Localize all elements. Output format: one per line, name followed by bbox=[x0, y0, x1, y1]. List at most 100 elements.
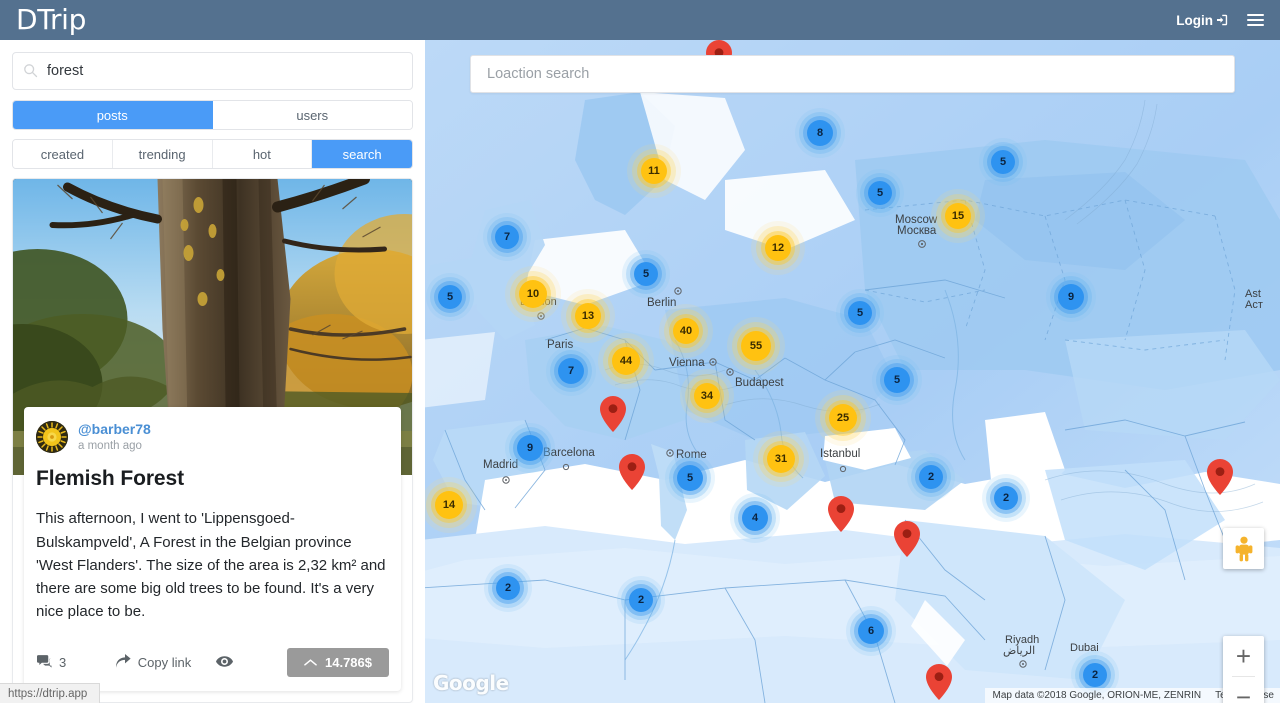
comment-count: 3 bbox=[59, 655, 67, 670]
map-cluster-marker[interactable]: 5 bbox=[677, 465, 703, 491]
map-cluster-marker[interactable]: 2 bbox=[629, 588, 653, 612]
share-arrow-icon bbox=[115, 653, 132, 672]
svg-text:Madrid: Madrid bbox=[483, 459, 518, 471]
street-view-pegman-icon[interactable] bbox=[1223, 528, 1264, 569]
map-cluster-marker[interactable]: 40 bbox=[673, 318, 699, 344]
post-author-meta: @barber78 a month ago bbox=[78, 421, 151, 453]
post-author-row: @barber78 a month ago bbox=[36, 421, 389, 454]
map-cluster-marker[interactable]: 5 bbox=[991, 150, 1015, 174]
map-cluster-marker[interactable]: 34 bbox=[694, 383, 720, 409]
post-card[interactable]: @barber78 a month ago Flemish Forest Thi… bbox=[12, 178, 413, 703]
map-cluster-marker[interactable]: 31 bbox=[767, 445, 795, 473]
map-cluster-marker[interactable]: 4 bbox=[742, 505, 768, 531]
svg-text:Budapest: Budapest bbox=[735, 377, 784, 389]
map-cluster-marker[interactable]: 2 bbox=[994, 486, 1018, 510]
post-body: @barber78 a month ago Flemish Forest Thi… bbox=[24, 407, 401, 691]
svg-text:Barcelona: Barcelona bbox=[543, 447, 595, 459]
map-location-pin[interactable] bbox=[600, 396, 626, 432]
post-text: This afternoon, I went to 'Lippensgoed-B… bbox=[36, 510, 386, 621]
search-input[interactable] bbox=[12, 52, 413, 90]
map-cluster-marker[interactable]: 2 bbox=[496, 576, 520, 600]
tab-hot[interactable]: hot bbox=[212, 140, 313, 168]
chevron-up-icon bbox=[304, 655, 317, 670]
comment-bubble-icon bbox=[36, 654, 53, 672]
location-search-input[interactable] bbox=[485, 65, 1220, 83]
status-url: https://dtrip.app bbox=[8, 687, 88, 700]
map-cluster-marker[interactable]: 55 bbox=[741, 331, 771, 361]
app-header: DTrip Login bbox=[0, 0, 1280, 40]
google-logo: Google bbox=[433, 671, 509, 695]
map-cluster-marker[interactable]: 7 bbox=[558, 358, 584, 384]
views-button[interactable] bbox=[215, 655, 287, 671]
copy-link-label: Copy link bbox=[137, 655, 192, 670]
map-cluster-marker[interactable]: 14 bbox=[435, 491, 463, 519]
map-location-pin[interactable] bbox=[828, 496, 854, 532]
map-cluster-marker[interactable]: 11 bbox=[641, 158, 667, 184]
map-data-credit: Map data ©2018 Google, ORION-ME, ZENRIN bbox=[992, 690, 1202, 701]
svg-text:Vienna: Vienna bbox=[669, 357, 705, 369]
svg-text:Istanbul: Istanbul bbox=[820, 448, 860, 460]
tab-users[interactable]: users bbox=[212, 101, 412, 129]
map-cluster-marker[interactable]: 2 bbox=[1083, 663, 1107, 687]
map-cluster-marker[interactable]: 5 bbox=[848, 301, 872, 325]
svg-text:Москва: Москва bbox=[897, 225, 937, 237]
user-avatar[interactable] bbox=[36, 421, 68, 454]
svg-text:Rome: Rome bbox=[676, 449, 707, 461]
hamburger-menu-icon[interactable] bbox=[1245, 12, 1266, 28]
payout-amount: 14.786$ bbox=[325, 655, 372, 670]
tab-posts[interactable]: posts bbox=[13, 101, 213, 129]
search-icon bbox=[23, 63, 38, 83]
login-label: Login bbox=[1176, 12, 1213, 28]
post-author-name[interactable]: @barber78 bbox=[78, 421, 151, 437]
map-cluster-marker[interactable]: 10 bbox=[519, 280, 547, 308]
map-cluster-marker[interactable]: 9 bbox=[517, 435, 543, 461]
payout-button[interactable]: 14.786$ bbox=[287, 648, 389, 677]
header-actions: Login bbox=[1176, 12, 1266, 28]
login-button[interactable]: Login bbox=[1176, 13, 1231, 28]
map-cluster-marker[interactable]: 7 bbox=[495, 225, 519, 249]
location-search-field[interactable] bbox=[470, 55, 1235, 93]
svg-text:الرياض: الرياض bbox=[1003, 645, 1035, 657]
map-cluster-marker[interactable]: 13 bbox=[575, 303, 601, 329]
map-cluster-marker[interactable]: 5 bbox=[884, 367, 910, 393]
map-location-pin[interactable] bbox=[894, 521, 920, 557]
app-brand-logo[interactable]: DTrip bbox=[16, 6, 86, 34]
map-cluster-marker[interactable]: 44 bbox=[612, 347, 640, 375]
tab-search[interactable]: search bbox=[312, 140, 412, 168]
post-title: Flemish Forest bbox=[36, 467, 184, 491]
map-cluster-marker[interactable]: 12 bbox=[765, 235, 791, 261]
eye-icon bbox=[215, 655, 233, 671]
scope-tab-group: posts users bbox=[12, 100, 413, 130]
sidebar-panel: posts users created trending hot search bbox=[0, 40, 425, 703]
sort-tab-group: created trending hot search bbox=[12, 139, 413, 169]
map-tiles: Moscow Москва London Berlin Paris Vienna… bbox=[425, 40, 1280, 703]
svg-text:Dubai: Dubai bbox=[1070, 642, 1099, 654]
map-panel[interactable]: Moscow Москва London Berlin Paris Vienna… bbox=[425, 40, 1280, 703]
map-cluster-marker[interactable]: 2 bbox=[919, 465, 943, 489]
search-field-wrapper bbox=[12, 52, 413, 90]
zoom-in-button[interactable]: + bbox=[1223, 636, 1264, 676]
map-location-pin[interactable] bbox=[619, 454, 645, 490]
comment-count-button[interactable]: 3 bbox=[36, 654, 115, 672]
svg-text:Paris: Paris bbox=[547, 339, 573, 351]
map-location-pin[interactable] bbox=[1207, 459, 1233, 495]
copy-link-button[interactable]: Copy link bbox=[115, 653, 216, 672]
map-cluster-marker[interactable]: 5 bbox=[438, 285, 462, 309]
map-cluster-marker[interactable]: 5 bbox=[868, 181, 892, 205]
map-cluster-marker[interactable]: 25 bbox=[829, 404, 857, 432]
map-cluster-marker[interactable]: 9 bbox=[1058, 284, 1084, 310]
sign-in-icon bbox=[1217, 13, 1231, 27]
map-cluster-marker[interactable]: 15 bbox=[945, 203, 971, 229]
map-cluster-marker[interactable]: 6 bbox=[858, 618, 884, 644]
browser-status-bar: https://dtrip.app bbox=[0, 683, 100, 703]
map-cluster-marker[interactable]: 8 bbox=[807, 120, 833, 146]
map-cluster-marker[interactable]: 5 bbox=[634, 262, 658, 286]
map-location-pin[interactable] bbox=[926, 664, 952, 700]
main-content: posts users created trending hot search bbox=[0, 40, 1280, 703]
tab-trending[interactable]: trending bbox=[112, 140, 213, 168]
map-zoom-controls: + − bbox=[1223, 636, 1264, 703]
zoom-out-button[interactable]: − bbox=[1223, 677, 1264, 703]
post-timestamp: a month ago bbox=[78, 440, 142, 453]
svg-text:Аст: Аст bbox=[1245, 299, 1263, 311]
tab-created[interactable]: created bbox=[13, 140, 113, 168]
